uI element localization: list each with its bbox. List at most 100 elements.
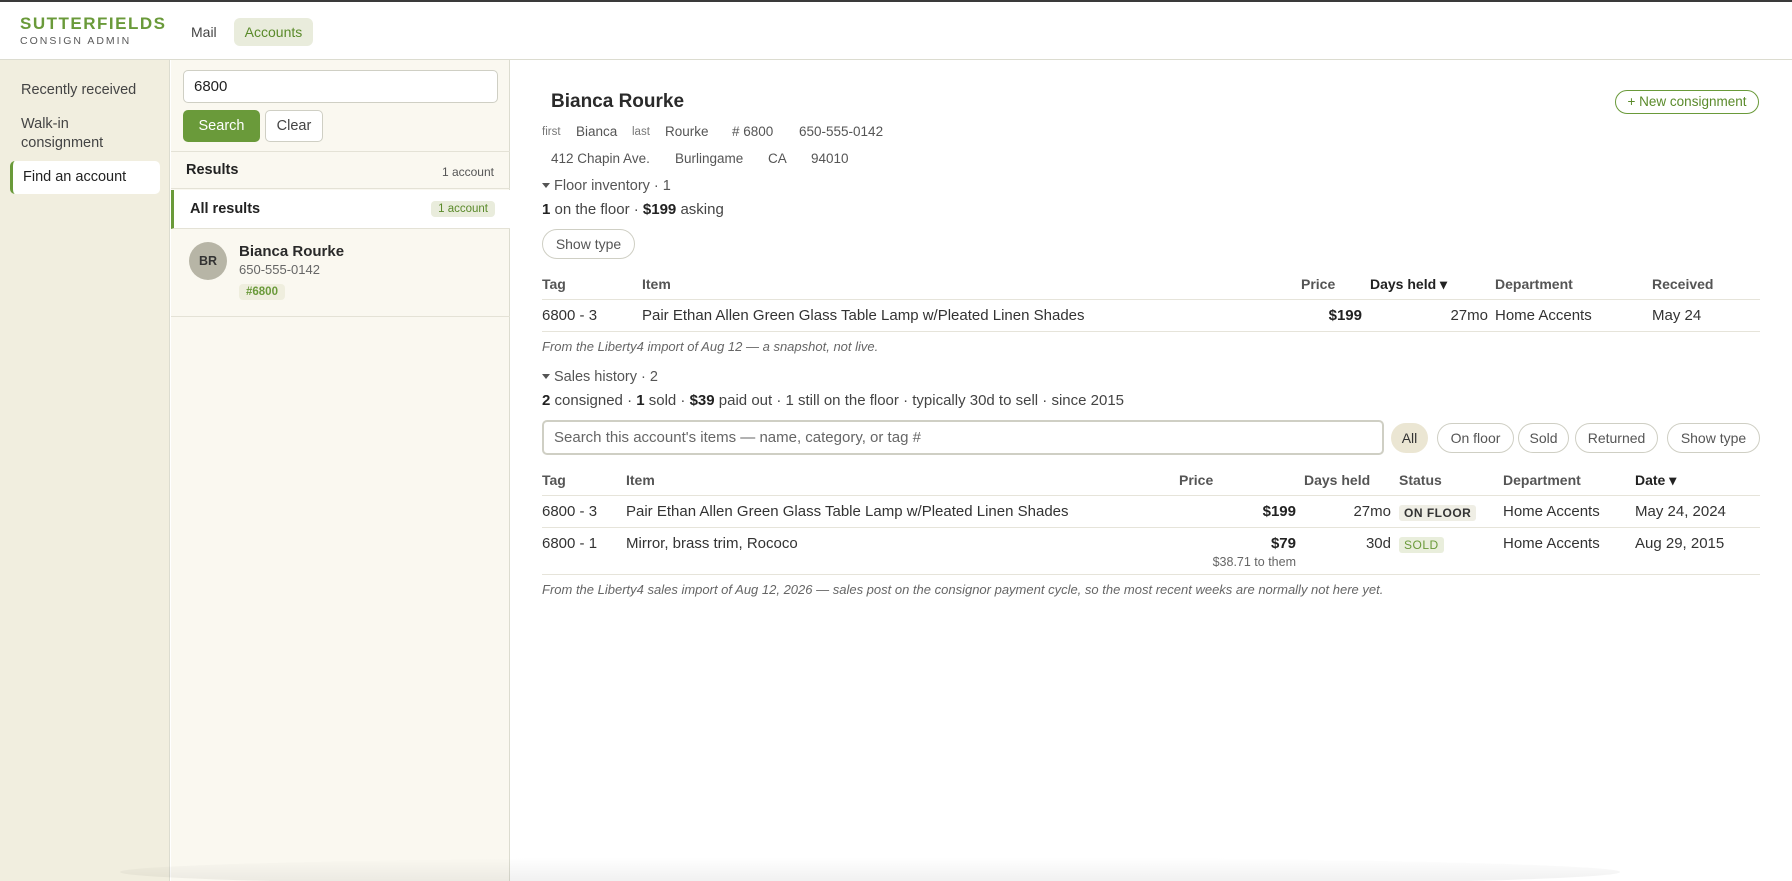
floor-col-department[interactable]: Department <box>1495 276 1573 292</box>
sales-cell-price: $79 <box>1270 535 1296 552</box>
clear-button[interactable]: Clear <box>265 110 323 142</box>
filter-sold[interactable]: Sold <box>1518 423 1569 453</box>
all-results-tab[interactable]: All results 1 account <box>171 190 510 229</box>
sales-cell-item: Pair Ethan Allen Green Glass Table Lamp … <box>626 503 1069 520</box>
app-window: SUTTERFIELDS CONSIGN ADMIN Mail Accounts… <box>0 0 1792 881</box>
sales-col-department[interactable]: Department <box>1503 472 1581 488</box>
sales-cell-price: $199 <box>1262 503 1296 520</box>
address-street[interactable]: 412 Chapin Ave. <box>551 151 650 166</box>
address-zip[interactable]: 94010 <box>811 151 849 166</box>
avatar: BR <box>189 242 227 280</box>
filter-all[interactable]: All <box>1391 423 1428 453</box>
floor-summary: 1 on the floor · $199 asking <box>542 201 724 218</box>
results-count: 1 account <box>441 165 494 179</box>
sales-cell-days: 27mo <box>1353 503 1391 520</box>
sales-cell-payout: $38.71 to them <box>1212 555 1296 569</box>
all-results-count-badge: 1 account <box>431 201 495 217</box>
floor-inventory-toggle[interactable]: Floor inventory · 1 <box>542 178 671 194</box>
sales-cell-date: May 24, 2024 <box>1635 503 1726 520</box>
brand-logo[interactable]: SUTTERFIELDS CONSIGN ADMIN <box>20 14 166 47</box>
floor-asking: $199 <box>642 201 677 218</box>
sales-cell-date: Aug 29, 2015 <box>1635 535 1725 552</box>
status-badge: ON FLOOR <box>1399 505 1477 521</box>
status-badge: SOLD <box>1399 537 1444 553</box>
floor-col-received[interactable]: Received <box>1652 276 1713 292</box>
account-search-input[interactable] <box>183 70 498 103</box>
result-tag-badge: #6800 <box>239 284 285 300</box>
sales-cell-tag: 6800 - 1 <box>542 535 598 552</box>
floor-cell-department: Home Accents <box>1495 307 1592 324</box>
account-name: Bianca Rourke <box>551 91 685 112</box>
floor-cell-received: May 24 <box>1652 307 1702 324</box>
result-card[interactable]: BR Bianca Rourke 650-555-0142 #6800 <box>171 229 510 317</box>
sidebar-item-walk-in-consignment[interactable]: Walk-in consignment <box>10 115 120 153</box>
last-name-label: last <box>632 126 650 138</box>
result-name: Bianca Rourke <box>239 243 345 260</box>
sales-summary: 2 consigned · 1 sold · $39 paid out · 1 … <box>542 392 1124 409</box>
filter-on-floor[interactable]: On floor <box>1437 423 1514 453</box>
floor-count-text: on the floor · <box>550 201 643 218</box>
sidebar-item-find-account[interactable]: Find an account <box>10 161 160 194</box>
sales-summary-rest: paid out · 1 still on the floor · typica… <box>714 392 1125 409</box>
search-panel: Search Clear Results 1 account All resul… <box>171 60 510 881</box>
sales-paid-out: $39 <box>689 392 715 409</box>
sales-cell-days: 30d <box>1365 535 1391 552</box>
floor-inventory-title: Floor inventory · 1 <box>554 178 671 194</box>
account-number: # 6800 <box>732 124 774 139</box>
nav-mail[interactable]: Mail <box>180 18 228 46</box>
sales-col-days-held[interactable]: Days held <box>1304 472 1370 488</box>
account-phone[interactable]: 650-555-0142 <box>799 124 883 139</box>
left-sidebar: Recently received Walk-in consignment Fi… <box>0 60 170 881</box>
sales-col-status[interactable]: Status <box>1399 472 1442 488</box>
sales-col-date[interactable]: Date ▾ <box>1635 472 1676 489</box>
caret-down-icon <box>542 182 550 188</box>
floor-show-type-button[interactable]: Show type <box>542 229 635 259</box>
all-results-label: All results <box>190 201 261 217</box>
top-bar: SUTTERFIELDS CONSIGN ADMIN Mail Accounts <box>0 2 1792 60</box>
floor-col-price[interactable]: Price <box>1301 276 1335 292</box>
sales-col-item[interactable]: Item <box>626 472 655 488</box>
first-name-label: first <box>542 126 561 138</box>
floor-cell-days: 27mo <box>1450 307 1488 324</box>
account-detail: Bianca Rourke + New consignment first Bi… <box>511 60 1792 881</box>
divider <box>542 331 1760 332</box>
sales-sold-text: sold · <box>644 392 690 409</box>
sidebar-item-recently-received[interactable]: Recently received <box>10 81 160 100</box>
nav-accounts[interactable]: Accounts <box>233 18 314 46</box>
brand-subtitle: CONSIGN ADMIN <box>20 35 132 47</box>
sales-sold-count: 1 <box>636 392 645 409</box>
floor-col-days-held[interactable]: Days held ▾ <box>1370 276 1447 293</box>
new-consignment-button[interactable]: + New consignment <box>1615 90 1759 114</box>
sales-note: From the Liberty4 sales import of Aug 12… <box>542 582 1384 597</box>
sales-cell-item: Mirror, brass trim, Rococo <box>626 535 798 552</box>
floor-col-item[interactable]: Item <box>642 276 671 292</box>
divider <box>542 574 1760 575</box>
item-search-input[interactable] <box>542 420 1384 455</box>
results-title: Results <box>186 162 239 178</box>
last-name-value[interactable]: Rourke <box>665 124 709 139</box>
floor-cell-price: $199 <box>1328 307 1362 324</box>
sales-cell-department: Home Accents <box>1503 503 1600 520</box>
floor-cell-tag: 6800 - 3 <box>542 307 598 324</box>
sales-cell-tag: 6800 - 3 <box>542 503 598 520</box>
first-name-value[interactable]: Bianca <box>576 124 617 139</box>
result-phone: 650-555-0142 <box>239 262 320 277</box>
sales-cell-department: Home Accents <box>1503 535 1600 552</box>
sales-col-tag[interactable]: Tag <box>542 472 566 488</box>
filter-returned[interactable]: Returned <box>1575 423 1658 453</box>
caret-down-icon <box>542 373 550 379</box>
search-button[interactable]: Search <box>183 110 260 142</box>
divider <box>542 299 1760 300</box>
floor-col-tag[interactable]: Tag <box>542 276 566 292</box>
top-nav: Mail Accounts <box>180 18 314 46</box>
sales-history-toggle[interactable]: Sales history · 2 <box>542 369 658 385</box>
address-city[interactable]: Burlingame <box>675 151 743 166</box>
sales-show-type-button[interactable]: Show type <box>1667 423 1760 453</box>
sales-col-price[interactable]: Price <box>1179 472 1213 488</box>
window-shadow <box>120 857 1620 881</box>
floor-cell-item: Pair Ethan Allen Green Glass Table Lamp … <box>642 307 1085 324</box>
results-header: Results 1 account <box>171 151 510 189</box>
address-state[interactable]: CA <box>768 151 787 166</box>
divider <box>542 495 1760 496</box>
divider <box>542 527 1760 528</box>
